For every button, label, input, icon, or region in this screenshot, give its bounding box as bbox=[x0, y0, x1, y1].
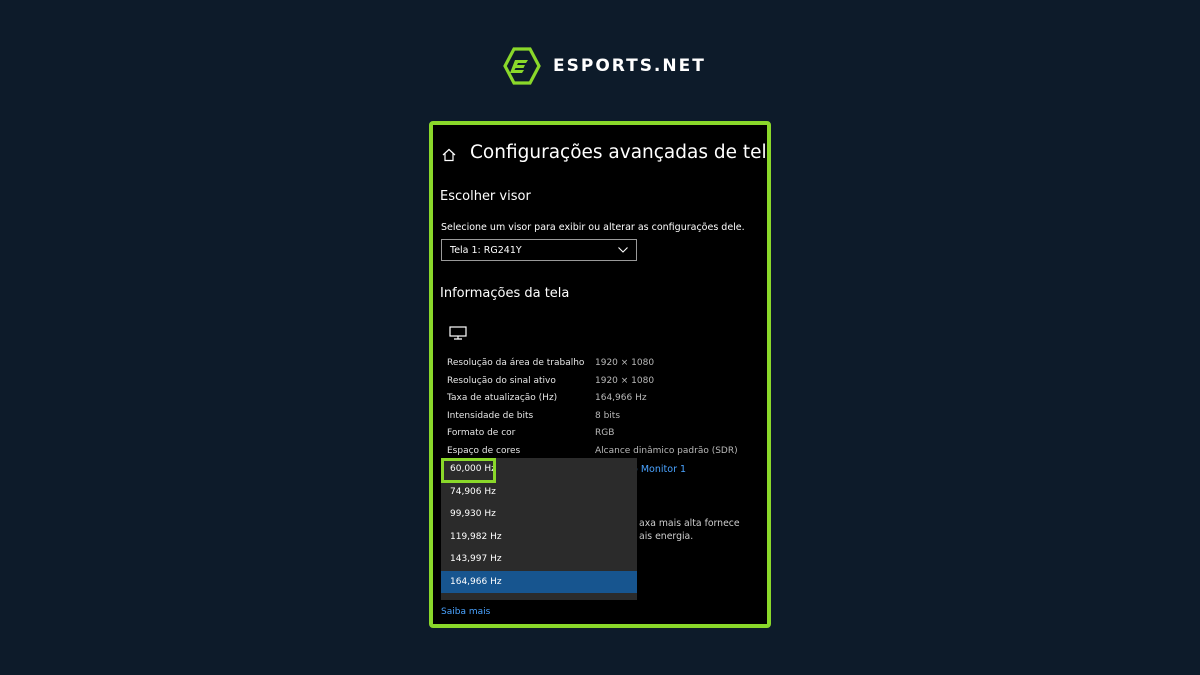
info-value: RGB bbox=[595, 428, 615, 439]
monitor-icon bbox=[449, 326, 467, 340]
display-info-heading: Informações da tela bbox=[440, 286, 570, 301]
highlight-box bbox=[441, 458, 496, 483]
info-value: 1920 × 1080 bbox=[595, 358, 655, 368]
display-info-table: Resolução da área de trabalho 1920 × 108… bbox=[447, 356, 767, 462]
settings-window: Configurações avançadas de tela Escolher… bbox=[433, 125, 767, 624]
chevron-down-icon bbox=[618, 247, 628, 253]
display-select-value: Tela 1: RG241Y bbox=[450, 244, 522, 256]
info-label: Formato de cor bbox=[447, 428, 516, 439]
info-value: 164,966 Hz bbox=[595, 393, 647, 404]
refresh-rate-description: axa mais alta fornece ais energia. bbox=[639, 517, 759, 543]
home-icon[interactable] bbox=[441, 147, 457, 163]
info-label: Taxa de atualização (Hz) bbox=[447, 393, 558, 404]
refresh-option-164-selected[interactable]: 164,966 Hz bbox=[441, 571, 637, 593]
info-row-desktop-resolution: Resolução da área de trabalho 1920 × 108… bbox=[447, 356, 767, 374]
info-row-signal-resolution: Resolução do sinal ativo 1920 × 1080 bbox=[447, 374, 767, 392]
brand: ESPORTS.NET bbox=[503, 47, 706, 85]
choose-display-heading: Escolher visor bbox=[440, 189, 531, 204]
info-value: 1920 × 1080 bbox=[595, 375, 655, 386]
info-row-refresh-rate: Taxa de atualização (Hz) 164,966 Hz bbox=[447, 391, 767, 409]
display-select[interactable]: Tela 1: RG241Y bbox=[441, 239, 637, 261]
brand-name: ESPORTS.NET bbox=[553, 56, 706, 76]
refresh-option-119[interactable]: 119,982 Hz bbox=[441, 526, 637, 548]
info-value: 8 bits bbox=[595, 410, 621, 421]
description-line: axa mais alta fornece bbox=[639, 518, 740, 529]
choose-display-description: Selecione um visor para exibir ou altera… bbox=[441, 222, 745, 233]
info-row-bit-depth: Intensidade de bits 8 bits bbox=[447, 409, 767, 427]
info-label: Resolução do sinal ativo bbox=[447, 375, 556, 386]
info-label: Resolução da área de trabalho bbox=[447, 358, 585, 368]
info-row-color-format: Formato de cor RGB bbox=[447, 426, 767, 444]
esports-logo-icon bbox=[503, 47, 541, 85]
refresh-option-143[interactable]: 143,997 Hz bbox=[441, 548, 637, 570]
page-title: Configurações avançadas de tela bbox=[470, 142, 771, 163]
refresh-option-99[interactable]: 99,930 Hz bbox=[441, 503, 637, 525]
refresh-option-74[interactable]: 74,906 Hz bbox=[441, 481, 637, 503]
info-label: Intensidade de bits bbox=[447, 410, 534, 421]
description-line: ais energia. bbox=[639, 531, 694, 542]
info-label: Espaço de cores bbox=[447, 445, 521, 456]
screenshot-frame: Configurações avançadas de tela Escolher… bbox=[429, 121, 771, 628]
info-value: Alcance dinâmico padrão (SDR) bbox=[595, 445, 738, 456]
learn-more-link[interactable]: Saiba mais bbox=[441, 607, 490, 617]
